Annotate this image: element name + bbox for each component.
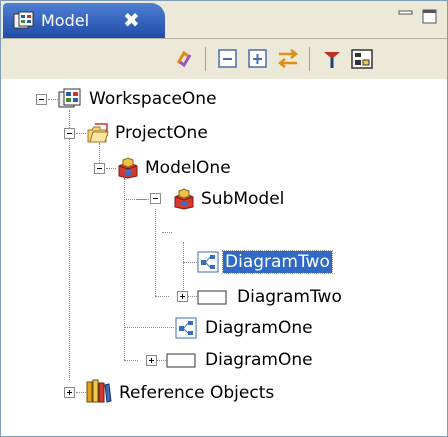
tree-connector	[69, 110, 70, 380]
tree-connector	[136, 199, 146, 200]
tree-connector	[157, 360, 166, 361]
sync-icon[interactable]	[171, 47, 197, 71]
tree-node-label[interactable]: WorkspaceOne	[87, 88, 219, 110]
tree-node-label[interactable]: SubModel	[199, 188, 286, 210]
view-menu-icon[interactable]	[349, 47, 375, 71]
workspace-icon	[13, 11, 34, 29]
tree-expand-toggle[interactable]	[64, 387, 75, 398]
filter-icon[interactable]	[319, 47, 345, 71]
tree-connector	[183, 262, 197, 263]
tree-connector	[48, 99, 58, 100]
tree-node-label[interactable]: DiagramTwo	[222, 250, 333, 274]
project-folder-icon	[87, 123, 109, 143]
tree-connector	[76, 133, 86, 134]
tree-connector	[124, 178, 125, 360]
tree-connector	[155, 209, 156, 296]
tab-model[interactable]: Model ✖	[3, 3, 165, 38]
tree-node-label[interactable]: DiagramOne	[203, 317, 315, 339]
tree-connector	[99, 143, 100, 163]
minimize-icon[interactable]	[397, 7, 415, 25]
diagram-icon	[197, 251, 219, 273]
toolbar-separator	[205, 47, 206, 71]
maximize-icon[interactable]	[421, 7, 439, 25]
tab-title: Model	[41, 11, 90, 30]
view-toolbar	[1, 39, 447, 79]
workspace-icon	[58, 88, 81, 108]
tree-expand-toggle[interactable]	[146, 355, 157, 366]
close-icon[interactable]: ✖	[123, 9, 140, 31]
link-with-editor-icon[interactable]	[275, 47, 301, 71]
view-title-bar: Model ✖	[1, 1, 447, 39]
toolbar-separator	[309, 47, 310, 71]
tree-connector	[106, 168, 116, 169]
diagram-icon	[175, 317, 197, 339]
model-tree: WorkspaceOne ProjectOne ModelOne SubMode…	[1, 79, 447, 436]
tree-connector	[188, 296, 197, 297]
tree-connector	[162, 232, 172, 233]
tree-connector	[183, 242, 184, 296]
tree-connector	[124, 327, 174, 328]
tree-node-label[interactable]: Reference Objects	[117, 382, 276, 404]
library-books-icon	[86, 379, 112, 403]
tree-node-label[interactable]: DiagramOne	[203, 349, 315, 371]
diagram-frame-icon	[166, 353, 196, 368]
model-view-panel: Model ✖ WorkspaceOne ProjectOne ModelOne…	[0, 0, 448, 437]
tree-collapse-toggle[interactable]	[150, 193, 161, 204]
tree-expand-toggle[interactable]	[177, 291, 188, 302]
tree-connector	[76, 392, 86, 393]
tree-node-label[interactable]: ModelOne	[143, 157, 233, 179]
tree-node-label[interactable]: ProjectOne	[113, 122, 210, 144]
tree-collapse-toggle[interactable]	[64, 128, 75, 139]
diagram-frame-icon	[197, 290, 227, 305]
tree-node-label[interactable]: DiagramTwo	[235, 286, 344, 308]
tree-collapse-toggle[interactable]	[36, 94, 47, 105]
tree-connector	[155, 296, 169, 297]
expand-all-icon[interactable]	[245, 47, 271, 71]
collapse-all-icon[interactable]	[215, 47, 241, 71]
model-package-icon	[174, 188, 194, 210]
tree-collapse-toggle[interactable]	[94, 163, 105, 174]
tree-connector	[124, 360, 138, 361]
model-package-icon	[118, 157, 138, 179]
